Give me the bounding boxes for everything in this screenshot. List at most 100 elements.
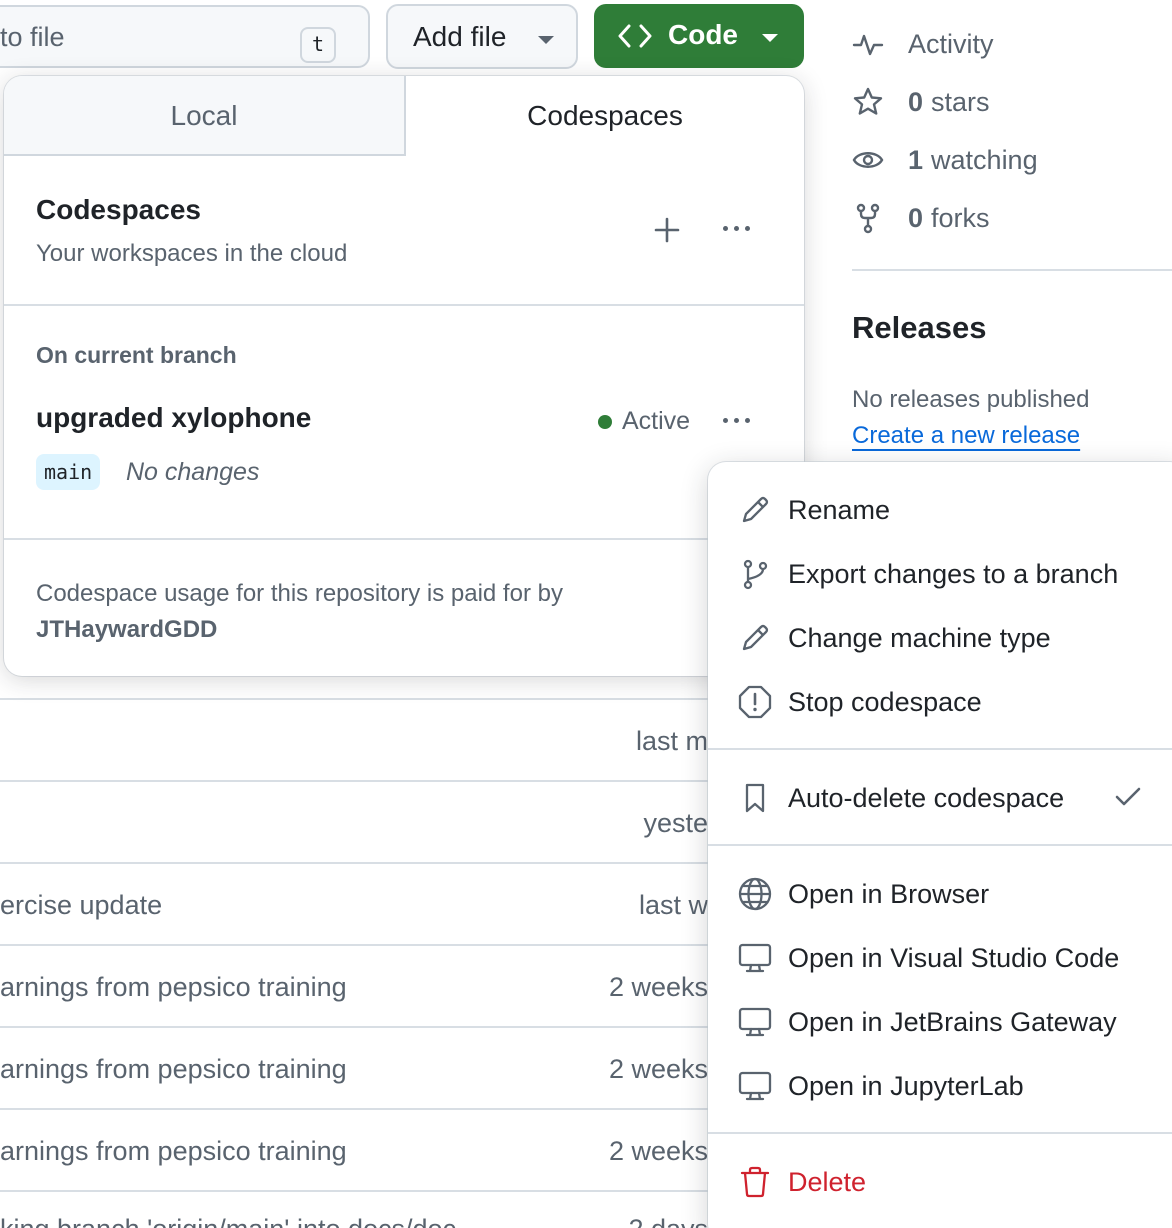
bookmark-icon xyxy=(745,783,765,813)
menu-label: Open in Browser xyxy=(788,878,990,909)
section-heading: On current branch xyxy=(36,342,237,368)
codespaces-title: Codespaces xyxy=(36,194,201,225)
menu-label: Export changes to a branch xyxy=(788,558,1119,589)
codespace-status: Active xyxy=(598,407,690,436)
create-release-link[interactable]: Create a new release xyxy=(852,422,1080,450)
menu-item-rename[interactable]: Rename xyxy=(738,490,890,530)
pencil-icon xyxy=(742,496,769,523)
sidebar-divider xyxy=(852,269,1172,271)
activity-link[interactable]: Activity xyxy=(852,26,994,62)
commit-message[interactable]: king branch 'origin/main' into docs/doc xyxy=(0,1214,456,1228)
row-divider xyxy=(0,1108,720,1110)
menu-label: Open in JetBrains Gateway xyxy=(788,1006,1117,1037)
row-divider xyxy=(0,1190,720,1192)
commit-message[interactable]: arnings from pepsico training xyxy=(0,972,347,1003)
commit-message[interactable]: ercise update xyxy=(0,890,162,921)
menu-item-open-jetbrains[interactable]: Open in JetBrains Gateway xyxy=(738,1002,1117,1042)
stop-icon xyxy=(738,685,772,719)
menu-divider xyxy=(708,1132,1172,1134)
usage-note: Codespace usage for this repository is p… xyxy=(36,576,563,648)
stars-count: 0 xyxy=(908,86,924,117)
row-divider xyxy=(0,862,720,864)
globe-icon xyxy=(738,877,772,911)
menu-label: Open in JupyterLab xyxy=(788,1070,1024,1101)
status-label: Active xyxy=(622,407,691,435)
star-icon xyxy=(853,87,883,115)
go-to-file-input[interactable]: to file t xyxy=(0,5,370,68)
menu-label: Delete xyxy=(788,1166,867,1197)
forks-count: 0 xyxy=(908,202,924,233)
releases-heading[interactable]: Releases xyxy=(852,310,986,346)
panel-divider xyxy=(4,538,804,540)
commit-time: 2 weeks xyxy=(608,1136,708,1166)
git-branch-icon xyxy=(743,559,768,590)
commit-message[interactable]: arnings from pepsico training xyxy=(0,1136,347,1167)
menu-item-export-changes[interactable]: Export changes to a branch xyxy=(738,554,1118,594)
desktop-icon xyxy=(738,1071,772,1101)
stars-link[interactable]: 0 stars xyxy=(852,84,990,120)
row-divider xyxy=(0,1026,720,1028)
kebab-horizontal-icon[interactable] xyxy=(723,418,750,423)
commit-time: 2 weeks xyxy=(608,972,708,1002)
panel-divider xyxy=(4,304,804,306)
watchers-link[interactable]: 1 watching xyxy=(852,142,1038,178)
menu-item-auto-delete[interactable]: Auto-delete codespace xyxy=(738,778,1158,818)
commit-time: last m xyxy=(635,726,708,756)
eye-icon xyxy=(852,152,884,168)
commit-time: 2 days xyxy=(628,1214,708,1228)
menu-item-change-machine-type[interactable]: Change machine type xyxy=(738,618,1051,658)
menu-item-open-jupyterlab[interactable]: Open in JupyterLab xyxy=(738,1066,1024,1106)
forks-link[interactable]: 0 forks xyxy=(852,200,990,236)
no-releases-text: No releases published xyxy=(852,386,1090,413)
codespaces-subtitle: Your workspaces in the cloud xyxy=(36,240,348,267)
code-label: Code xyxy=(668,19,738,50)
row-divider xyxy=(0,944,720,946)
triangle-down-icon xyxy=(538,36,554,44)
commit-time: last w xyxy=(638,890,708,920)
menu-item-open-vscode[interactable]: Open in Visual Studio Code xyxy=(738,938,1119,978)
branch-label: main xyxy=(36,454,101,490)
menu-label: Change machine type xyxy=(788,622,1051,653)
shortcut-key: t xyxy=(300,27,336,63)
forks-label: forks xyxy=(931,202,990,233)
menu-item-stop-codespace[interactable]: Stop codespace xyxy=(738,682,982,722)
status-dot-icon xyxy=(598,414,612,429)
add-file-button[interactable]: Add file xyxy=(386,4,578,69)
menu-divider xyxy=(708,748,1172,750)
repo-forked-icon xyxy=(856,203,880,234)
kebab-horizontal-icon[interactable] xyxy=(723,226,750,231)
go-to-file-placeholder: to file xyxy=(0,22,65,52)
menu-item-open-browser[interactable]: Open in Browser xyxy=(738,874,989,914)
billing-owner: JTHaywardGDD xyxy=(36,616,218,643)
menu-divider xyxy=(708,844,1172,846)
commit-message[interactable]: arnings from pepsico training xyxy=(0,1054,347,1085)
desktop-icon xyxy=(738,943,772,973)
changes-status: No changes xyxy=(126,458,260,486)
plus-icon[interactable] xyxy=(654,217,680,243)
watching-count: 1 xyxy=(908,144,924,175)
add-file-label: Add file xyxy=(413,21,507,52)
codespace-name[interactable]: upgraded xylophone xyxy=(36,402,311,434)
code-button[interactable]: Code xyxy=(594,4,804,68)
code-dropdown-panel: Local Codespaces Codespaces Your workspa… xyxy=(4,76,804,676)
usage-text: Codespace usage for this repository is p… xyxy=(36,580,563,607)
menu-item-delete[interactable]: Delete xyxy=(738,1162,866,1202)
menu-label: Open in Visual Studio Code xyxy=(788,942,1120,973)
tab-codespaces[interactable]: Codespaces xyxy=(406,76,804,156)
commit-time: yeste xyxy=(643,808,708,838)
stars-label: stars xyxy=(931,86,990,117)
codespace-actions-menu: Rename Export changes to a branch Change… xyxy=(708,462,1172,1228)
check-icon xyxy=(1115,787,1141,806)
trash-icon xyxy=(740,1166,770,1198)
menu-label: Auto-delete codespace xyxy=(788,782,1065,813)
code-icon xyxy=(618,24,652,48)
tab-local[interactable]: Local xyxy=(4,76,406,156)
triangle-down-icon[interactable] xyxy=(762,34,778,42)
activity-label: Activity xyxy=(908,28,994,59)
pencil-icon xyxy=(742,624,769,651)
watching-label: watching xyxy=(931,144,1038,175)
menu-label: Rename xyxy=(788,494,891,525)
commit-time: 2 weeks xyxy=(608,1054,708,1084)
menu-label: Stop codespace xyxy=(788,686,982,717)
row-divider xyxy=(0,780,720,782)
